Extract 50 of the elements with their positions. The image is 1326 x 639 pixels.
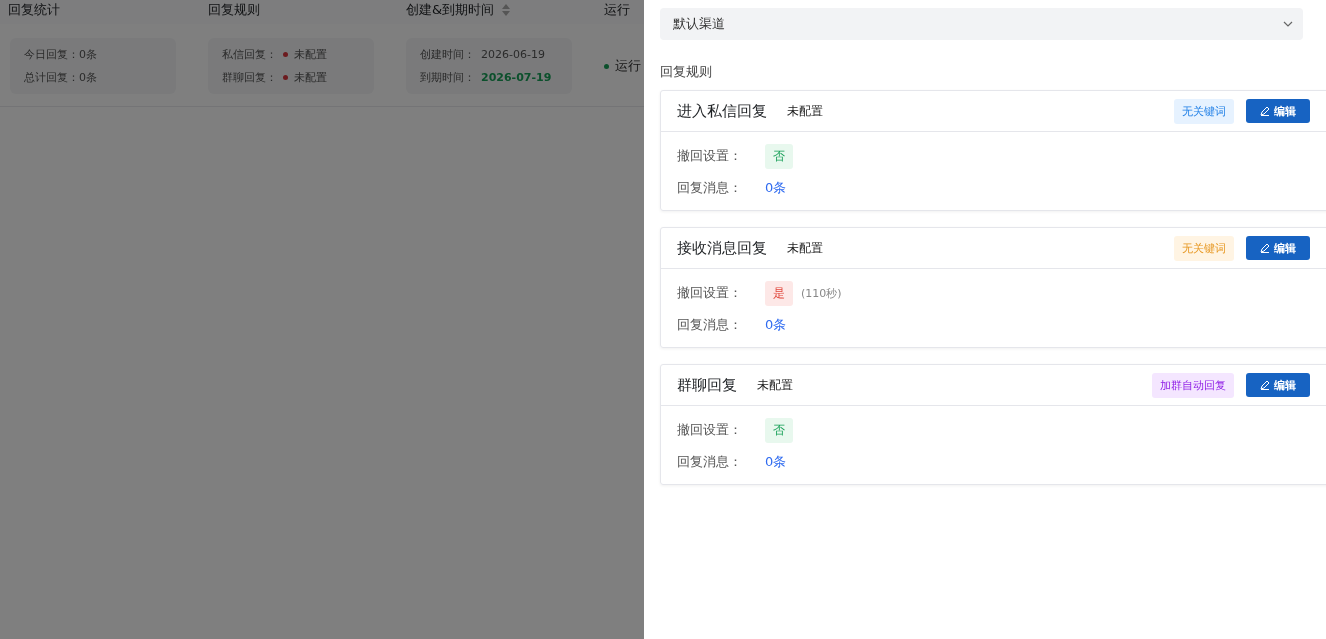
status-dot <box>283 52 288 57</box>
pencil-icon <box>1260 243 1270 253</box>
field-label: 撤回设置： <box>677 147 743 165</box>
recall-tag: 否 <box>765 143 793 169</box>
field-label: 回复消息： <box>677 316 743 334</box>
rule-title: 进入私信回复 <box>677 101 767 121</box>
date-label: 创建时间： <box>420 47 475 62</box>
expiry-date: 2026-07-19 <box>481 71 552 84</box>
recall-tag: 否 <box>765 417 793 443</box>
chevron-icon <box>1283 21 1293 27</box>
edit-button[interactable]: 编辑 <box>1246 236 1310 260</box>
created-date: 2026-06-19 <box>481 48 545 61</box>
recall-tag: 是 <box>765 280 793 306</box>
rule-label: 私信回复： <box>222 47 277 62</box>
channel-select[interactable]: 默认渠道 <box>660 8 1303 40</box>
column-header[interactable]: 创建&到期时间 <box>406 1 604 19</box>
edit-button[interactable]: 编辑 <box>1246 99 1310 123</box>
keyword-tag: 无关键词 <box>1174 98 1234 124</box>
pencil-icon <box>1260 380 1270 390</box>
keyword-tag: 无关键词 <box>1174 235 1234 261</box>
rule-status: 未配置 <box>787 102 823 120</box>
reply-count[interactable]: 0条 <box>765 453 787 471</box>
column-header: 回复统计 <box>8 1 61 19</box>
field-label: 回复消息： <box>677 453 743 471</box>
recall-note: (110秒) <box>801 285 842 301</box>
pencil-icon <box>1260 106 1270 116</box>
column-header: 运行 <box>604 1 631 19</box>
rule-status: 未配置 <box>294 70 327 85</box>
sort-icon[interactable] <box>502 4 511 16</box>
rule-title: 群聊回复 <box>677 375 737 395</box>
field-label: 回复消息： <box>677 179 743 197</box>
reply-count[interactable]: 0条 <box>765 179 787 197</box>
rule-status: 未配置 <box>294 47 327 62</box>
edit-button[interactable]: 编辑 <box>1246 373 1310 397</box>
stat-text: 今日回复：0条 <box>24 47 98 62</box>
status-dot <box>283 75 288 80</box>
keyword-tag: 加群自动回复 <box>1152 372 1234 398</box>
field-label: 撤回设置： <box>677 284 743 302</box>
stat-text: 总计回复：0条 <box>24 70 98 85</box>
date-label: 到期时间： <box>420 70 475 85</box>
section-title: 回复规则 <box>660 63 713 81</box>
field-label: 撤回设置： <box>677 421 743 439</box>
rule-status: 未配置 <box>757 376 793 394</box>
status-dot <box>604 63 609 69</box>
rule-status: 未配置 <box>787 239 823 257</box>
rule-label: 群聊回复： <box>222 70 277 85</box>
rule-title: 接收消息回复 <box>677 238 767 258</box>
reply-count[interactable]: 0条 <box>765 316 787 334</box>
column-header: 回复规则 <box>208 1 261 19</box>
run-status: 运行 <box>615 57 641 75</box>
